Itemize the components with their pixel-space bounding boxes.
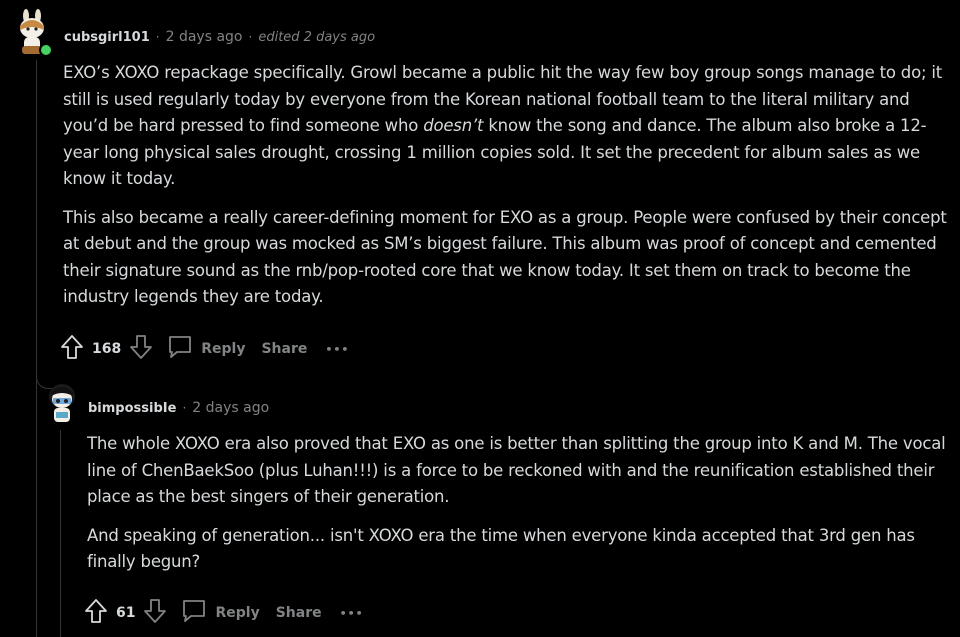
reply-button[interactable]: Reply xyxy=(201,341,245,357)
comment-body: EXO’s XOXO repackage specifically. Growl… xyxy=(63,60,953,325)
author-name[interactable]: cubsgirl101 xyxy=(64,30,150,45)
reply-button[interactable]: Reply xyxy=(215,605,259,621)
comment-paragraph: And speaking of generation... isn't XOXO… xyxy=(87,525,915,572)
snoo-avatar-icon xyxy=(49,384,75,422)
speech-bubble-icon[interactable] xyxy=(181,598,207,628)
separator-dot: · xyxy=(155,30,160,44)
comment-actions: 61 Reply Share ••• xyxy=(84,598,364,628)
thread-line-main[interactable] xyxy=(36,60,37,637)
comment-body: The whole XOXO era also proved that EXO … xyxy=(87,431,952,590)
downvote-arrow-icon[interactable] xyxy=(129,334,153,364)
separator-dot: · xyxy=(248,30,253,44)
avatar[interactable] xyxy=(12,8,56,58)
speech-bubble-icon[interactable] xyxy=(167,334,193,364)
separator-dot: · xyxy=(182,401,187,415)
timestamp[interactable]: 2 days ago xyxy=(166,29,243,45)
emphasis: doesn’t xyxy=(423,116,484,135)
comment-actions: 168 Reply Share ••• xyxy=(60,334,349,364)
author-name[interactable]: bimpossibIe xyxy=(88,401,176,416)
avatar[interactable] xyxy=(44,380,80,426)
ellipsis-icon[interactable]: ••• xyxy=(325,343,349,356)
online-status-icon xyxy=(39,43,53,57)
comment-paragraph: EXO’s XOXO repackage specifically. Growl… xyxy=(63,63,943,188)
upvote-arrow-icon[interactable] xyxy=(84,598,108,628)
share-button[interactable]: Share xyxy=(261,341,307,357)
vote-score: 168 xyxy=(92,341,122,357)
upvote-arrow-icon[interactable] xyxy=(60,334,84,364)
ellipsis-icon[interactable]: ••• xyxy=(340,607,364,620)
share-button[interactable]: Share xyxy=(276,605,322,621)
comment-paragraph: The whole XOXO era also proved that EXO … xyxy=(87,434,946,506)
thread-line-reply[interactable] xyxy=(60,430,61,637)
timestamp[interactable]: 2 days ago xyxy=(192,400,269,416)
downvote-arrow-icon[interactable] xyxy=(143,598,167,628)
comment-paragraph: This also became a really career-definin… xyxy=(63,207,947,307)
edited-label: edited 2 days ago xyxy=(258,29,376,45)
vote-score: 61 xyxy=(116,605,136,621)
